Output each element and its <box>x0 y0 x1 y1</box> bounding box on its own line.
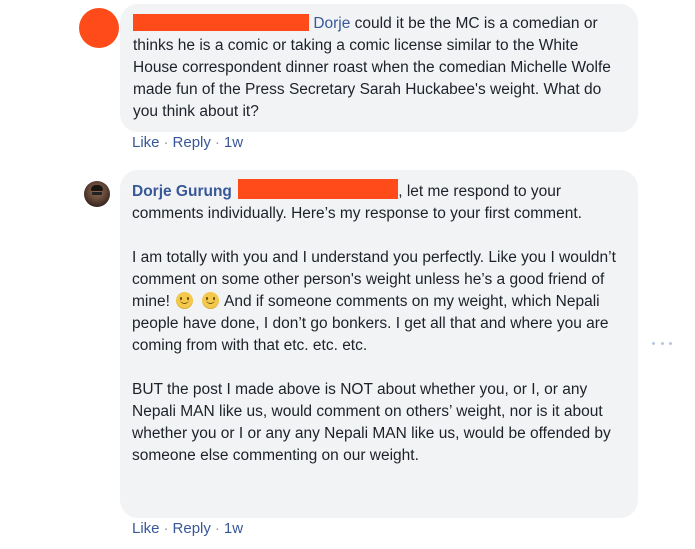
author-name-link[interactable]: Dorje Gurung <box>132 183 232 200</box>
separator-dot: · <box>163 520 169 537</box>
comment-bubble-2: Dorje Gurung , let me respond to your co… <box>120 170 638 518</box>
timestamp-link[interactable]: 1w <box>224 134 243 151</box>
slightly-smiling-face-icon <box>201 292 219 309</box>
comment-bubble-1: Dorje could it be the MC is a comedian o… <box>120 4 638 132</box>
comment-paragraph-2: I am totally with you and I understand y… <box>132 247 626 357</box>
separator-dot: · <box>214 520 220 537</box>
redacted-avatar <box>79 8 119 48</box>
more-options-icon[interactable] <box>652 338 672 348</box>
mention-link[interactable]: Dorje <box>313 15 350 32</box>
timestamp-link[interactable]: 1w <box>224 520 243 537</box>
like-link[interactable]: Like <box>132 520 160 537</box>
comment-actions-2: Like · Reply · 1w <box>132 520 243 537</box>
redacted-name <box>238 179 399 199</box>
comment-paragraph-3: BUT the post I made above is NOT about w… <box>132 381 611 464</box>
slightly-smiling-face-icon <box>176 292 194 309</box>
avatar[interactable] <box>84 181 110 207</box>
reply-link[interactable]: Reply <box>173 134 211 151</box>
separator-dot: · <box>214 134 220 151</box>
reply-link[interactable]: Reply <box>173 520 211 537</box>
comment-actions-1: Like · Reply · 1w <box>132 134 243 151</box>
comment-paragraph-1: Dorje Gurung , let me respond to your co… <box>132 179 626 225</box>
separator-dot: · <box>163 134 169 151</box>
like-link[interactable]: Like <box>132 134 160 151</box>
redacted-name <box>133 14 309 31</box>
